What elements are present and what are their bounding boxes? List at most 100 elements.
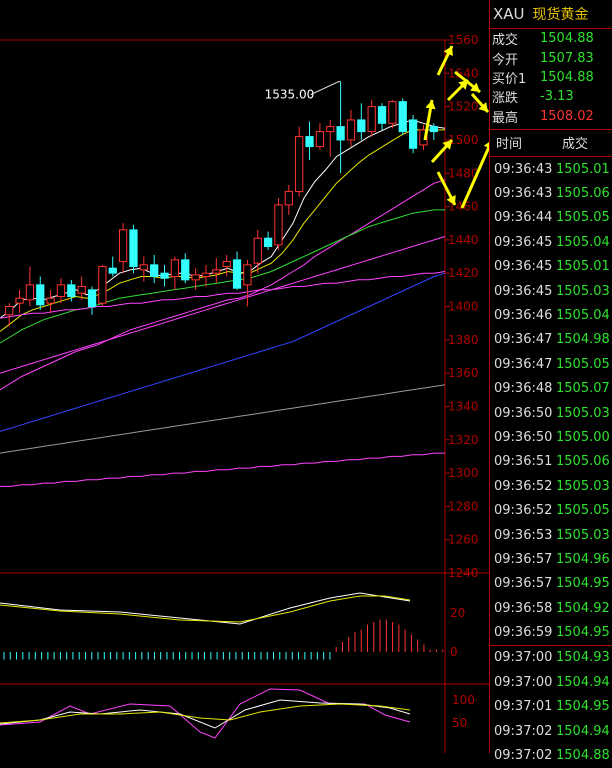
price-tick-label: 1320 <box>448 433 479 447</box>
trade-price: 1504.98 <box>556 332 610 348</box>
trade-row: 09:36:43 1505.06 <box>490 181 612 205</box>
trade-price: 1505.04 <box>556 234 610 250</box>
trade-row: 09:36:53 1505.03 <box>490 523 612 547</box>
trade-price: 1504.94 <box>556 674 610 690</box>
trade-row: 09:36:43 1505.01 <box>490 157 612 181</box>
trade-row: 09:37:02 1504.94 <box>490 719 612 743</box>
candle-up <box>367 106 376 133</box>
trade-time: 09:36:52 <box>494 478 553 494</box>
trade-price: 1505.06 <box>556 454 610 470</box>
trade-row: 09:36:59 1504.95 <box>490 620 612 644</box>
quote-panel: XAU 现货黄金 成交 1504.88 今开 1507.83 买价1 1504.88 … <box>489 0 612 763</box>
trade-time: 09:36:47 <box>494 356 553 372</box>
trade-row: 09:37:00 1504.93 <box>490 644 612 670</box>
trade-price: 1505.03 <box>556 405 610 421</box>
trade-row: 09:36:51 1505.06 <box>490 450 612 474</box>
trade-time: 09:37:02 <box>494 748 553 764</box>
instrument-symbol: XAU <box>493 5 525 23</box>
candle-down <box>160 272 169 279</box>
price-tick-label: 1400 <box>448 300 479 314</box>
candle-down <box>429 126 438 133</box>
trades-list[interactable]: 09:36:43 1505.01 09:36:43 1505.06 09:36:44 15… <box>490 157 612 768</box>
price-tick-label: 1560 <box>448 33 479 47</box>
trade-time: 09:36:44 <box>494 210 553 226</box>
trade-price: 1505.01 <box>556 161 610 177</box>
trade-time: 09:36:50 <box>494 405 553 421</box>
trade-price: 1505.03 <box>556 283 610 299</box>
instrument-header: XAU 现货黄金 <box>490 0 612 29</box>
candle-down <box>67 284 76 298</box>
trade-row: 09:37:00 1504.94 <box>490 670 612 694</box>
trade-time: 09:36:59 <box>494 625 553 641</box>
trade-row: 09:36:45 1505.01 <box>490 255 612 279</box>
kdj-tick-label: 100 <box>452 693 475 707</box>
candle-up <box>212 269 221 274</box>
trade-row: 09:36:45 1505.04 <box>490 230 612 254</box>
candle-up <box>5 306 14 316</box>
price-tick-label: 1360 <box>448 366 479 380</box>
trades-header: 时间 成交 <box>490 128 612 157</box>
candle-down <box>232 259 242 289</box>
trade-row: 09:36:57 1504.95 <box>490 572 612 596</box>
trade-price: 1505.03 <box>556 527 610 543</box>
candle-up <box>25 284 35 301</box>
trade-price: 1504.95 <box>556 699 610 715</box>
candle-up <box>15 297 24 304</box>
trade-price: 1505.01 <box>556 259 610 275</box>
trade-row: 09:37:02 1504.88 <box>490 743 612 767</box>
candle-up <box>253 237 262 264</box>
candle-up <box>243 264 252 286</box>
trade-time: 09:36:43 <box>494 161 553 177</box>
trade-row: 09:36:48 1505.07 <box>490 376 612 400</box>
trade-row: 09:36:50 1505.00 <box>490 425 612 449</box>
trade-time: 09:37:02 <box>494 723 553 739</box>
candle-up <box>388 101 397 124</box>
candle-down <box>181 259 190 281</box>
quote-row-high: 最高 1508.02 <box>490 107 612 126</box>
trades-header-time: 时间 <box>496 137 523 153</box>
trade-row: 09:36:58 1504.92 <box>490 596 612 620</box>
trade-price: 1505.03 <box>556 478 610 494</box>
trade-price: 1505.06 <box>556 186 610 202</box>
max-price-label: 1535.00 <box>265 88 315 102</box>
candle-up <box>139 264 148 271</box>
kdj-tick-label: 50 <box>452 716 467 730</box>
candle-up <box>222 261 231 268</box>
trade-price: 1505.05 <box>556 210 610 226</box>
trade-time: 09:36:58 <box>494 600 553 616</box>
trade-time: 09:36:45 <box>494 234 553 250</box>
trade-time: 09:36:52 <box>494 503 553 519</box>
trade-row: 09:36:57 1504.96 <box>490 547 612 571</box>
macd-tick-label: 0 <box>450 645 458 659</box>
trade-price: 1505.05 <box>556 503 610 519</box>
trade-row: 09:36:47 1505.05 <box>490 352 612 376</box>
trade-row: 09:36:44 1505.05 <box>490 206 612 230</box>
trade-time: 09:37:00 <box>494 650 553 666</box>
price-tick-label: 1520 <box>448 100 479 114</box>
quote-label: 今开 <box>492 52 519 68</box>
candle-down <box>150 264 159 278</box>
candlestick-chart[interactable]: 1535.00 15601540152015001480146014401420… <box>0 0 489 753</box>
candle-up <box>118 229 128 263</box>
candle-down <box>305 136 314 148</box>
price-tick-label: 1300 <box>448 466 479 480</box>
candle-down <box>408 119 418 149</box>
candle-up <box>295 136 304 193</box>
candle-up <box>346 119 356 141</box>
trade-time: 09:36:50 <box>494 429 553 445</box>
trade-price: 1505.05 <box>556 356 610 372</box>
candle-up <box>56 284 66 298</box>
price-tick-label: 1260 <box>448 533 479 547</box>
candle-up <box>77 286 86 294</box>
trade-price: 1504.94 <box>556 723 610 739</box>
price-tick-label: 1280 <box>448 499 479 513</box>
quote-row-change: 涨跌 -3.13 <box>490 87 612 106</box>
quote-label: 最高 <box>492 110 519 126</box>
candle-up <box>98 266 107 304</box>
price-tick-label: 1240 <box>448 566 479 580</box>
instrument-name: 现货黄金 <box>532 7 589 23</box>
quote-value: 1508.02 <box>540 108 594 124</box>
candle-up <box>315 131 325 148</box>
quote-label: 成交 <box>492 33 519 49</box>
candle-up <box>170 259 180 278</box>
